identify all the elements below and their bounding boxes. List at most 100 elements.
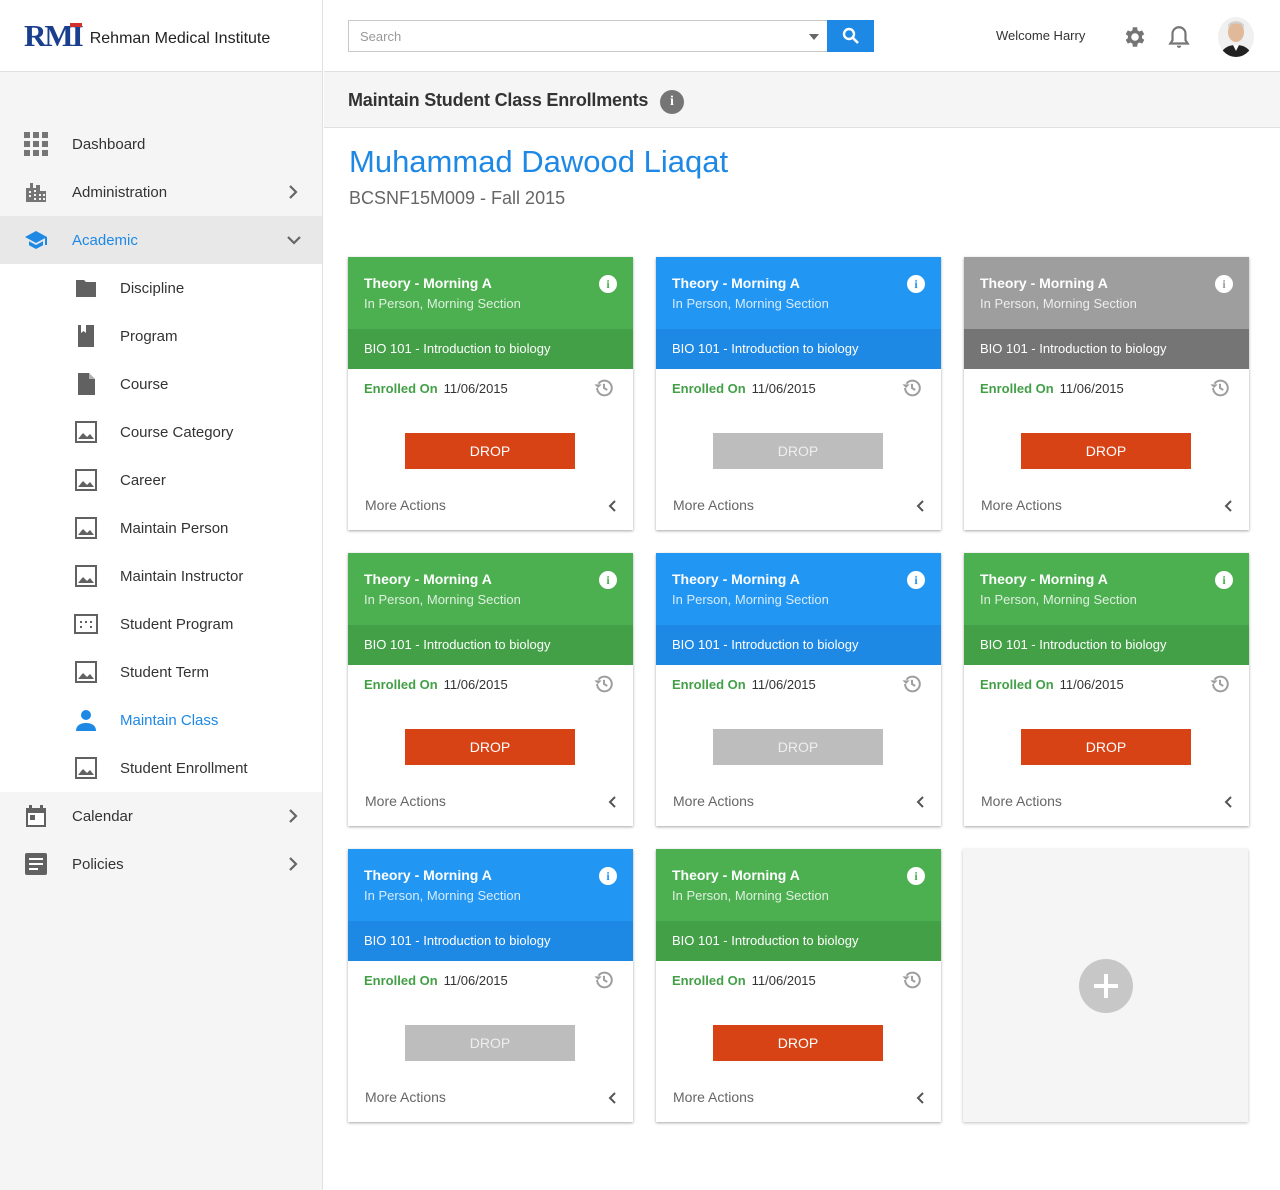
history-icon[interactable] — [593, 673, 615, 695]
history-icon[interactable] — [1209, 377, 1231, 399]
more-actions-link[interactable]: More Actions — [981, 497, 1062, 513]
sidebar-item-maintain-class[interactable]: Maintain Class — [0, 696, 322, 744]
sidebar-item-discipline[interactable]: Discipline — [0, 264, 322, 312]
sidebar-item-calendar[interactable]: Calendar — [0, 792, 322, 840]
chevron-left-icon[interactable] — [1221, 497, 1237, 515]
sidebar-item-student-term[interactable]: Student Term — [0, 648, 322, 696]
add-enrollment-card[interactable] — [963, 849, 1248, 1122]
class-subtitle: In Person, Morning Section — [672, 296, 829, 311]
info-icon[interactable]: i — [907, 867, 925, 885]
search-input[interactable] — [349, 21, 789, 51]
info-icon[interactable]: i — [1215, 571, 1233, 589]
chevron-left-icon[interactable] — [605, 497, 621, 515]
sidebar-item-label: Policies — [72, 855, 124, 873]
student-id-term: BCSNF15M009 - Fall 2015 — [349, 188, 566, 208]
info-icon[interactable]: i — [907, 275, 925, 293]
class-title: Theory - Morning A — [980, 275, 1108, 291]
sidebar-item-administration[interactable]: Administration — [0, 168, 322, 216]
drop-button[interactable]: DROP — [1021, 729, 1191, 765]
bell-icon[interactable] — [1166, 24, 1192, 50]
sidebar-item-academic[interactable]: Academic — [0, 216, 322, 264]
bookmark-book-icon — [78, 325, 94, 347]
more-actions-link[interactable]: More Actions — [673, 1089, 754, 1105]
document-list-icon — [25, 853, 47, 875]
info-icon[interactable]: i — [599, 867, 617, 885]
sidebar-item-label: Student Program — [120, 615, 234, 633]
enrolled-date: 11/06/2015 — [751, 973, 816, 988]
sidebar-item-dashboard[interactable]: Dashboard — [0, 120, 322, 168]
chevron-left-icon[interactable] — [913, 1089, 929, 1107]
class-title: Theory - Morning A — [364, 867, 492, 883]
info-icon[interactable]: i — [599, 275, 617, 293]
history-icon[interactable] — [901, 969, 923, 991]
more-actions-link[interactable]: More Actions — [981, 793, 1062, 809]
chevron-right-icon — [289, 809, 298, 823]
drop-button[interactable]: DROP — [405, 433, 575, 469]
brand[interactable]: RMI Rehman Medical Institute — [0, 0, 322, 72]
history-icon[interactable] — [901, 673, 923, 695]
drop-button[interactable]: DROP — [713, 1025, 883, 1061]
drop-button[interactable]: DROP — [405, 1025, 575, 1061]
sidebar-item-student-enrollment[interactable]: Student Enrollment — [0, 744, 322, 792]
sidebar-item-label: Academic — [72, 231, 138, 249]
sidebar-item-maintain-person[interactable]: Maintain Person — [0, 504, 322, 552]
card-header: Theory - Morning A In Person, Morning Se… — [964, 553, 1249, 625]
sidebar-item-career[interactable]: Career — [0, 456, 322, 504]
info-icon[interactable]: i — [660, 90, 684, 114]
card-header: Theory - Morning A In Person, Morning Se… — [348, 257, 633, 329]
enrollment-info: Enrolled On 11/06/2015 — [364, 381, 508, 396]
dropdown-caret-icon[interactable] — [809, 34, 819, 40]
class-title: Theory - Morning A — [980, 571, 1108, 587]
person-icon — [76, 710, 96, 731]
enrollment-card: Theory - Morning A In Person, Morning Se… — [656, 553, 941, 826]
drop-button[interactable]: DROP — [1021, 433, 1191, 469]
class-title: Theory - Morning A — [364, 571, 492, 587]
chevron-right-icon — [289, 185, 298, 199]
history-icon[interactable] — [593, 377, 615, 399]
more-actions-link[interactable]: More Actions — [673, 497, 754, 513]
more-actions-link[interactable]: More Actions — [365, 1089, 446, 1105]
avatar[interactable] — [1218, 17, 1254, 57]
history-icon[interactable] — [1209, 673, 1231, 695]
brand-logo: RMI — [24, 17, 84, 53]
sidebar-item-course-category[interactable]: Course Category — [0, 408, 322, 456]
history-icon[interactable] — [901, 377, 923, 399]
sidebar-item-program[interactable]: Program — [0, 312, 322, 360]
drop-button[interactable]: DROP — [713, 433, 883, 469]
info-icon[interactable]: i — [907, 571, 925, 589]
brand-name: Rehman Medical Institute — [89, 29, 271, 47]
image-icon — [75, 757, 97, 779]
drop-button[interactable]: DROP — [713, 729, 883, 765]
course-name: BIO 101 - Introduction to biology — [964, 625, 1249, 665]
more-actions-link[interactable]: More Actions — [673, 793, 754, 809]
add-button[interactable] — [1079, 959, 1133, 1013]
drop-button[interactable]: DROP — [405, 729, 575, 765]
sidebar-item-maintain-instructor[interactable]: Maintain Instructor — [0, 552, 322, 600]
chevron-left-icon[interactable] — [605, 1089, 621, 1107]
chevron-left-icon[interactable] — [605, 793, 621, 811]
class-title: Theory - Morning A — [672, 571, 800, 587]
sidebar-item-student-program[interactable]: Student Program — [0, 600, 322, 648]
chevron-left-icon[interactable] — [1221, 793, 1237, 811]
more-actions-link[interactable]: More Actions — [365, 497, 446, 513]
chevron-left-icon[interactable] — [913, 497, 929, 515]
history-icon[interactable] — [593, 969, 615, 991]
enrolled-label: Enrolled On — [364, 973, 438, 988]
class-subtitle: In Person, Morning Section — [672, 888, 829, 903]
gear-icon[interactable] — [1122, 24, 1148, 50]
sidebar-item-policies[interactable]: Policies — [0, 840, 322, 888]
card-header: Theory - Morning A In Person, Morning Se… — [656, 849, 941, 921]
enrollment-card: Theory - Morning A In Person, Morning Se… — [348, 849, 633, 1122]
info-icon[interactable]: i — [1215, 275, 1233, 293]
search-button[interactable] — [827, 20, 874, 52]
enrollment-card: Theory - Morning A In Person, Morning Se… — [964, 257, 1249, 530]
chevron-left-icon[interactable] — [913, 793, 929, 811]
sidebar-item-label: Course — [120, 375, 169, 393]
enrollment-card: Theory - Morning A In Person, Morning Se… — [656, 257, 941, 530]
enrollment-card: Theory - Morning A In Person, Morning Se… — [656, 849, 941, 1122]
sidebar-item-course[interactable]: Course — [0, 360, 322, 408]
enrolled-date: 11/06/2015 — [1059, 381, 1124, 396]
info-icon[interactable]: i — [599, 571, 617, 589]
more-actions-link[interactable]: More Actions — [365, 793, 446, 809]
graduation-cap-icon — [25, 231, 47, 249]
